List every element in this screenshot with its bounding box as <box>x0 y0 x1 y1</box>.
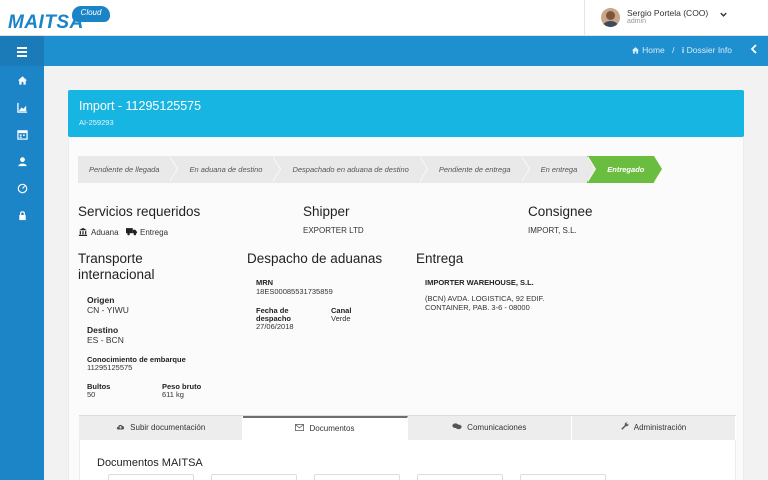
user-icon[interactable] <box>15 156 29 170</box>
avatar <box>601 8 620 27</box>
customs-title: Despacho de aduanas <box>247 251 383 266</box>
tab-documents[interactable]: Documentos <box>243 416 408 440</box>
dossier-tabs: Subir documentación Documentos Comunicac… <box>79 415 736 440</box>
dossier-header: Import - 11295125575 AI-259293 <box>68 90 744 137</box>
info-icon: i <box>681 45 685 55</box>
service-label: Aduana <box>91 228 119 237</box>
step-despachado: Despachado en aduana de destino <box>272 156 429 183</box>
maitsa-logo[interactable]: MAITSA Cloud <box>8 6 110 34</box>
destination-label: Destino <box>87 325 119 335</box>
document-card[interactable] <box>520 474 606 480</box>
breadcrumb: Home / i Dossier Info <box>631 45 732 55</box>
documents-title: Documentos MAITSA <box>97 457 203 469</box>
step-pendiente-entrega: Pendiente de entrega <box>418 156 530 183</box>
dossier-card: Pendiente de llegada En aduana de destin… <box>68 137 744 480</box>
document-card[interactable] <box>108 474 194 480</box>
service-label: Entrega <box>140 228 169 237</box>
main-content: Import - 11295125575 AI-259293 Pendiente… <box>44 66 768 480</box>
breadcrumb-home[interactable]: Home <box>642 45 665 55</box>
step-en-entrega: En entrega <box>520 156 596 183</box>
consignee-value: IMPORT, S.L. <box>528 226 577 235</box>
delivery-address-line1: (BCN) AVDA. LOGISTICA, 92 EDIF. <box>425 294 545 303</box>
truck-icon <box>126 227 137 238</box>
delivery-company: IMPORTER WAREHOUSE, S.L. <box>425 278 534 287</box>
bank-icon <box>78 227 88 238</box>
sidebar <box>0 36 44 480</box>
tab-label: Comunicaciones <box>467 423 527 432</box>
top-header: MAITSA Cloud Sergio Portela (COO) admin <box>0 0 768 36</box>
mrn-value: 18ES00085531735859 <box>256 287 333 296</box>
chart-icon[interactable] <box>15 102 29 116</box>
consignee-title: Consignee <box>528 204 593 219</box>
lock-icon[interactable] <box>15 210 29 224</box>
tab-label: Administración <box>633 423 687 432</box>
mrn-label: MRN <box>256 278 274 287</box>
bl-value: 11295125575 <box>87 363 133 372</box>
breadcrumb-current: Dossier Info <box>686 45 732 55</box>
shipper-title: Shipper <box>303 204 350 219</box>
status-steps: Pendiente de llegada En aduana de destin… <box>78 156 664 183</box>
services-title: Servicios requeridos <box>78 204 201 219</box>
document-card[interactable] <box>211 474 297 480</box>
cloud-badge-text: Cloud <box>80 8 102 17</box>
delivery-address-line2: CONTAINER, PAB. 3-6 - 08000 <box>425 303 530 312</box>
tab-label: Documentos <box>309 424 355 433</box>
user-name: Sergio Portela (COO) <box>627 8 709 18</box>
transport-title-line2: internacional <box>78 267 155 282</box>
dashboard-icon[interactable] <box>15 183 29 197</box>
cloud-upload-icon <box>116 423 127 432</box>
home-icon[interactable] <box>15 75 29 89</box>
tab-communications[interactable]: Comunicaciones <box>408 416 572 440</box>
menu-toggle-button[interactable] <box>0 36 44 66</box>
transport-title-line1: Transporte <box>78 251 143 266</box>
home-icon[interactable] <box>631 45 642 55</box>
dossier-title: Import - 11295125575 <box>79 99 202 113</box>
packages-value: 50 <box>87 390 96 399</box>
gross-weight-value: 611 kg <box>162 390 184 399</box>
service-aduana: Aduana <box>78 227 119 238</box>
dossier-subtitle: AI-259293 <box>79 118 114 127</box>
breadcrumb-separator: / <box>672 45 675 55</box>
destination-value: ES - BCN <box>87 335 124 345</box>
navbar: Home / i Dossier Info <box>44 36 768 66</box>
chevron-down-icon[interactable] <box>719 10 728 21</box>
step-entregado: Entregado <box>587 156 664 183</box>
channel-value: Verde <box>331 314 351 323</box>
chevron-left-icon[interactable] <box>750 44 758 57</box>
tab-upload-docs[interactable]: Subir documentación <box>79 416 244 440</box>
comments-icon <box>452 423 464 432</box>
user-role: admin <box>627 18 647 25</box>
user-menu[interactable]: Sergio Portela (COO) admin <box>584 0 768 36</box>
calendar-icon[interactable] <box>15 129 29 143</box>
cloud-badge: Cloud <box>72 6 110 22</box>
delivery-title: Entrega <box>416 251 464 266</box>
document-card[interactable] <box>314 474 400 480</box>
envelope-icon <box>295 424 306 433</box>
shipper-value: EXPORTER LTD <box>303 226 364 235</box>
service-entrega: Entrega <box>126 227 168 238</box>
clearance-date-value: 27/06/2018 <box>256 322 294 331</box>
wrench-icon <box>620 422 631 432</box>
tab-label: Subir documentación <box>130 423 206 432</box>
step-pendiente-llegada: Pendiente de llegada <box>78 156 180 183</box>
document-card[interactable] <box>417 474 503 480</box>
origin-value: CN - YIWU <box>87 305 129 315</box>
documents-panel: Documentos MAITSA <box>79 440 736 480</box>
step-en-aduana-destino: En aduana de destino <box>169 156 282 183</box>
tab-administration[interactable]: Administración <box>572 416 736 440</box>
origin-label: Origen <box>87 295 115 305</box>
